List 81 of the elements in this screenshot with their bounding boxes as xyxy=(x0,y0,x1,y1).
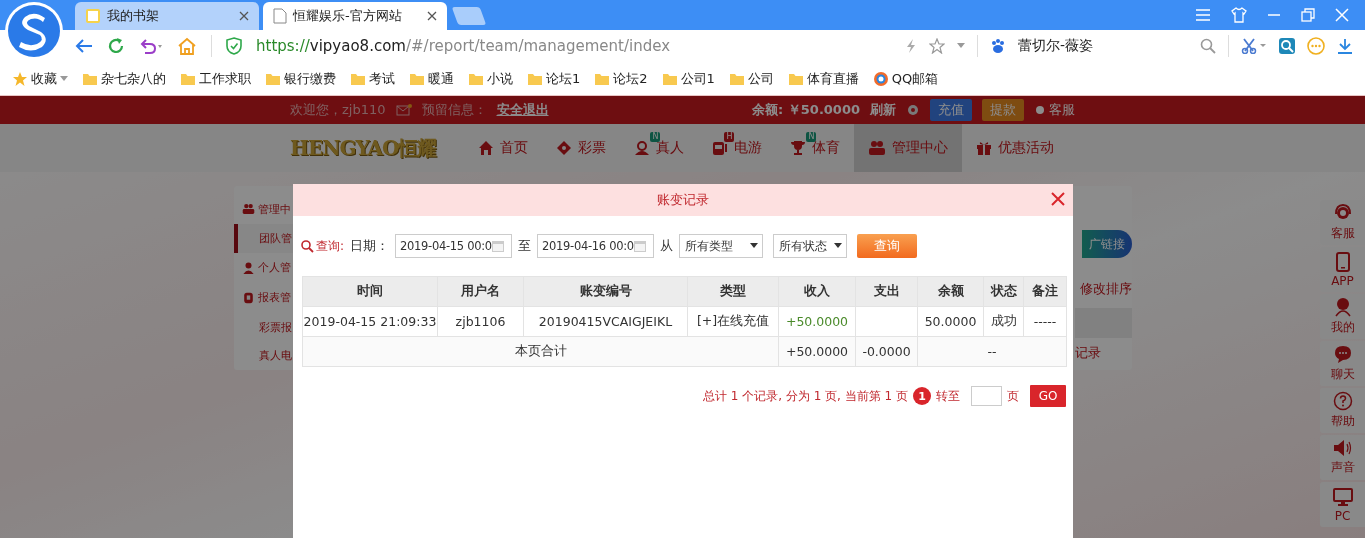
withdraw-button[interactable]: 提款 xyxy=(982,99,1024,121)
nav-item[interactable]: 体育 N xyxy=(776,124,855,172)
page-label: 页 xyxy=(1007,387,1019,405)
nav-item[interactable]: 真人 N xyxy=(620,124,699,172)
column-header: 类型 xyxy=(687,276,779,307)
column-header: 余额 xyxy=(917,276,984,307)
bookmark[interactable]: 杂七杂八的 xyxy=(82,69,166,88)
sidebar-group[interactable]: 个人管 xyxy=(233,252,304,283)
bookmark[interactable]: 公司1 xyxy=(661,69,715,88)
nav-badge: N xyxy=(650,132,661,142)
table-cell: +50.0000 xyxy=(778,306,856,337)
sidebar-item[interactable]: 彩票报 xyxy=(233,313,304,342)
float-bar-item[interactable]: PC xyxy=(1320,482,1365,527)
table-cell: [+]在线充值 xyxy=(687,306,779,337)
bookmark[interactable]: 公司 xyxy=(728,69,774,88)
query-button[interactable]: 查询 xyxy=(857,234,918,258)
column-header: 账变编号 xyxy=(523,276,688,307)
column-header: 状态 xyxy=(983,276,1024,307)
nav-badge: H xyxy=(724,132,735,142)
go-button[interactable]: GO xyxy=(1030,385,1066,407)
sort-note: 修改排序 xyxy=(1079,280,1132,298)
nav-item[interactable]: 电游 H xyxy=(698,124,777,172)
float-bar-item[interactable]: 聊天 xyxy=(1320,341,1365,386)
table-cell: 50.0000 xyxy=(917,306,984,337)
column-header: 收入 xyxy=(778,276,856,307)
page-number[interactable]: 1 xyxy=(913,387,931,405)
records-link[interactable]: 记录 xyxy=(1074,344,1101,362)
browser-tab[interactable]: 恒耀娱乐-官方网站 xyxy=(263,2,447,30)
date-field[interactable]: 2019-04-16 00:0 xyxy=(537,234,655,258)
date-label: 日期： xyxy=(350,237,390,255)
address-field[interactable]: https://vipyao8.com/#/report/team/management/index xyxy=(256,37,671,55)
balance-text: 余额: ￥50.0000 xyxy=(752,101,860,119)
bookmark[interactable]: 体育直播 xyxy=(787,69,859,88)
table-cell: 20190415VCAIGJEIKL xyxy=(523,306,688,337)
nav-item[interactable]: 管理中心 xyxy=(854,124,963,172)
deposit-button[interactable]: 充值 xyxy=(930,99,972,121)
link-button[interactable]: 广链接 xyxy=(1081,230,1132,258)
bookmark[interactable]: 小说 xyxy=(468,69,513,88)
welcome-text: 欢迎您，zjb110 xyxy=(290,101,386,119)
nav-item[interactable]: 彩票 xyxy=(542,124,621,172)
table-cell: 2019-04-15 21:09:33 xyxy=(302,306,438,337)
sidebar-group[interactable]: 管理中 xyxy=(233,194,304,225)
bookmark[interactable]: 银行缴费 xyxy=(265,69,336,88)
bookmark[interactable]: 论坛2 xyxy=(594,69,648,88)
nav-item[interactable]: 优惠活动 xyxy=(962,124,1069,172)
from-label: 从 xyxy=(660,237,674,255)
query-label: 查询: xyxy=(301,237,345,255)
service-link[interactable]: 客服 xyxy=(1034,101,1075,119)
table-cell: zjb1106 xyxy=(437,306,524,337)
search-field[interactable]: 蕾切尔-薇姿 xyxy=(1018,37,1188,55)
date-field[interactable]: 2019-04-15 00:0 xyxy=(395,234,513,258)
total-label: 本页合计 xyxy=(302,336,779,367)
nav-item[interactable]: 首页 xyxy=(464,124,543,172)
notice-label: 预留信息： xyxy=(421,101,487,119)
goto-label: 转至 xyxy=(936,387,960,405)
type-dropdown[interactable]: 所有类型 xyxy=(679,234,764,258)
browser-tab[interactable]: 我的书架 xyxy=(75,2,259,30)
bookmark[interactable]: QQ邮箱 xyxy=(872,69,939,88)
logout-link[interactable]: 安全退出 xyxy=(496,101,549,119)
bookmark[interactable]: 论坛1 xyxy=(527,69,581,88)
total-expense: -0.0000 xyxy=(855,336,918,367)
bookmark[interactable]: 暖通 xyxy=(409,69,454,88)
pagination-summary: 总计 1 个记录, 分为 1 页, 当前第 1 页 xyxy=(702,387,908,405)
sidebar-item[interactable]: 真人电 xyxy=(233,341,304,370)
sidebar-group[interactable]: 报表管 xyxy=(233,282,304,314)
float-bar-item[interactable]: 声音 xyxy=(1320,435,1365,480)
column-header: 用户名 xyxy=(437,276,524,307)
to-label: 至 xyxy=(518,237,532,255)
column-header: 时间 xyxy=(302,276,438,307)
bookmark[interactable]: 收藏 xyxy=(12,69,68,88)
float-bar-item[interactable]: 帮助 xyxy=(1320,388,1365,433)
bookmark[interactable]: 考试 xyxy=(350,69,395,88)
total-income: +50.0000 xyxy=(778,336,856,367)
column-header: 备注 xyxy=(1023,276,1067,307)
total-rest: -- xyxy=(917,336,1067,367)
column-header: 支出 xyxy=(855,276,918,307)
refresh-link[interactable]: 刷新 xyxy=(870,101,896,119)
status-dropdown[interactable]: 所有状态 xyxy=(773,234,848,258)
bookmark[interactable]: 工作求职 xyxy=(180,69,251,88)
nav-badge: N xyxy=(806,132,817,142)
dialog-title: 账变记录 xyxy=(657,191,709,209)
